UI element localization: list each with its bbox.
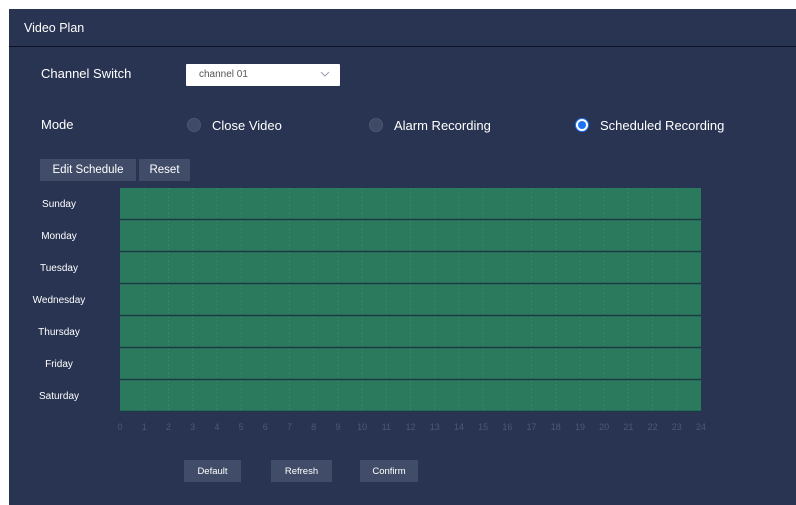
- hour-label-1: 1: [141, 422, 147, 432]
- video-plan-panel: Video Plan Channel Switch channel 01 Mod…: [9, 9, 796, 505]
- mode-option-scheduled-recording[interactable]: Scheduled Recording: [575, 117, 724, 133]
- mode-option-close-video[interactable]: Close Video: [187, 117, 282, 133]
- hour-label-24: 24: [695, 422, 706, 432]
- confirm-button[interactable]: Confirm: [360, 460, 418, 482]
- hour-label-4: 4: [214, 422, 220, 432]
- hour-label-3: 3: [190, 422, 196, 432]
- hour-label-22: 22: [647, 422, 658, 432]
- hour-label-23: 23: [671, 422, 682, 432]
- default-button[interactable]: Default: [184, 460, 241, 482]
- hour-label-12: 12: [405, 422, 416, 432]
- mode-option-label: Alarm Recording: [394, 117, 491, 133]
- edit-schedule-button[interactable]: Edit Schedule: [40, 159, 136, 181]
- hour-label-11: 11: [381, 422, 391, 432]
- hour-label-10: 10: [357, 422, 368, 432]
- channel-switch-label: Channel Switch: [41, 66, 132, 81]
- radio-on-icon: [575, 118, 589, 132]
- mode-option-label: Scheduled Recording: [600, 117, 725, 133]
- schedule-grid[interactable]: [120, 188, 701, 412]
- mode-option-alarm-recording[interactable]: Alarm Recording: [369, 117, 491, 133]
- day-label-friday: Friday: [45, 359, 73, 370]
- hour-label-17: 17: [526, 422, 537, 432]
- schedule-grid-lines: [120, 188, 701, 412]
- day-label-thursday: Thursday: [38, 327, 80, 338]
- hour-label-21: 21: [623, 422, 634, 432]
- channel-select-value: channel 01: [199, 69, 248, 80]
- hour-label-13: 13: [429, 422, 440, 432]
- day-label-monday: Monday: [41, 231, 77, 242]
- hour-label-0: 0: [117, 422, 123, 432]
- mode-label: Mode: [41, 117, 74, 132]
- hour-label-9: 9: [335, 422, 341, 432]
- hour-label-16: 16: [502, 422, 513, 432]
- mode-option-label: Close Video: [212, 117, 282, 133]
- hour-label-20: 20: [599, 422, 610, 432]
- reset-button[interactable]: Reset: [139, 159, 190, 181]
- hour-label-7: 7: [286, 422, 292, 432]
- hour-label-6: 6: [262, 422, 268, 432]
- hour-label-2: 2: [165, 422, 171, 432]
- day-label-tuesday: Tuesday: [40, 263, 78, 274]
- day-label-wednesday: Wednesday: [32, 295, 86, 306]
- day-label-saturday: Saturday: [38, 391, 80, 402]
- hour-label-15: 15: [478, 422, 489, 432]
- title-divider: [9, 46, 796, 47]
- chevron-down-icon: [320, 71, 330, 77]
- radio-off-icon: [369, 118, 383, 132]
- hour-label-5: 5: [238, 422, 244, 432]
- hour-label-19: 19: [574, 422, 585, 432]
- hour-label-18: 18: [550, 422, 561, 432]
- page-title: Video Plan: [24, 21, 85, 35]
- radio-off-icon: [187, 118, 201, 132]
- channel-select[interactable]: channel 01: [186, 64, 340, 86]
- hour-label-8: 8: [311, 422, 317, 432]
- day-label-sunday: Sunday: [42, 199, 76, 210]
- refresh-button[interactable]: Refresh: [271, 460, 332, 482]
- hour-label-14: 14: [453, 422, 464, 432]
